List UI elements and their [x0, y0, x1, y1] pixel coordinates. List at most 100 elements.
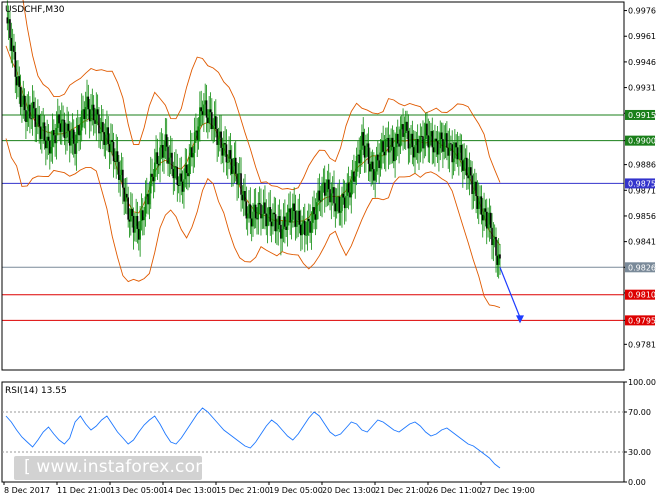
candle-body [399, 129, 402, 147]
chart-canvas: USDCHF,M300.99760.99610.99460.99310.9916… [1, 0, 656, 495]
level-price-label: 0.9826 [628, 263, 656, 272]
candle-body [224, 143, 226, 145]
candle-body [165, 134, 168, 147]
candle-body [416, 139, 419, 153]
candle-body [19, 86, 22, 107]
rsi-tick-label: 100.00 [628, 378, 656, 387]
candle-body [144, 196, 147, 217]
rsi-tick-label: 30.00 [628, 448, 651, 457]
y-tick-label: 0.9931 [628, 84, 656, 93]
candle-body [382, 141, 384, 152]
candle-body [47, 136, 50, 141]
candle-body [269, 207, 272, 222]
x-tick-label: 14 Dec 13:00 [163, 486, 217, 495]
candle-body [225, 144, 228, 163]
candle-body [84, 107, 87, 120]
candle-body [116, 151, 119, 162]
candle-body [254, 204, 257, 219]
candle-body [446, 133, 448, 148]
candle-body [21, 104, 23, 107]
candle-body [387, 137, 390, 153]
candle-body [215, 116, 217, 129]
candle-body [365, 146, 367, 158]
candle-body [75, 134, 78, 154]
x-tick-label: 20 Dec 13:00 [322, 486, 376, 495]
candle-body [60, 119, 63, 132]
candle-body [286, 212, 289, 230]
candle-body [276, 229, 278, 232]
candle-body [127, 197, 129, 220]
candle-body [273, 212, 276, 215]
candle-body [394, 147, 396, 162]
candle-body [480, 196, 483, 215]
candle-body [163, 151, 165, 158]
candle-body [72, 129, 75, 144]
candle-body [13, 45, 15, 52]
candle-body [495, 236, 497, 256]
candle-body [159, 147, 161, 166]
candle-body [419, 135, 422, 153]
candle-body [443, 141, 446, 152]
candle-body [90, 110, 92, 122]
candle-body [318, 190, 321, 201]
candle-body [183, 179, 185, 192]
candle-body [41, 128, 43, 139]
candle-body [180, 173, 183, 182]
candle-body [246, 213, 249, 219]
candle-body [205, 100, 208, 118]
candle-body [229, 150, 232, 159]
x-tick-label: 27 Dec 19:00 [481, 486, 535, 495]
candle-body [303, 220, 306, 236]
watermark-logo: [ www.instaforex.com ] [14, 456, 224, 480]
candle-body [258, 203, 261, 205]
candle-body [38, 115, 40, 127]
candle-body [153, 162, 156, 182]
candle-body [492, 239, 495, 246]
candle-body [111, 139, 114, 142]
candle-body [122, 169, 124, 188]
candle-body [23, 95, 26, 111]
candle-body [293, 203, 295, 211]
candle-body [212, 125, 214, 129]
candle-body [136, 215, 139, 229]
candle-body [143, 216, 145, 221]
candle-body [338, 196, 341, 213]
candle-body [134, 226, 136, 233]
candle-body [175, 166, 177, 168]
candle-body [278, 216, 281, 225]
candle-body [9, 19, 11, 39]
candle-body [438, 148, 440, 155]
candle-body [284, 216, 286, 227]
y-tick-label: 0.9856 [628, 212, 656, 221]
candle-body [126, 193, 128, 198]
candle-body [29, 104, 31, 119]
y-tick-label: 0.9946 [628, 58, 656, 67]
level-price-label: 0.9875 [628, 179, 656, 188]
x-tick-label: 13 Dec 05:00 [110, 486, 164, 495]
candle-body [307, 218, 310, 222]
candle-body [70, 138, 72, 146]
candle-body [192, 152, 195, 158]
candle-body [391, 137, 394, 147]
candle-body [168, 157, 171, 164]
candle-body [173, 166, 176, 179]
x-tick-label: 26 Dec 11:00 [428, 486, 482, 495]
candle-body [203, 104, 205, 115]
candle-body [232, 166, 234, 174]
candle-body [139, 220, 141, 240]
candle-body [408, 143, 411, 149]
candle-body [325, 192, 327, 196]
rsi-tick-label: 70.00 [628, 408, 651, 417]
candle-body [58, 114, 60, 124]
candle-body [171, 152, 173, 170]
candle-body [484, 208, 487, 212]
candle-body [367, 143, 370, 164]
candle-body [217, 137, 220, 145]
candle-body [431, 131, 434, 148]
candle-body [98, 114, 100, 134]
candle-body [257, 203, 260, 220]
rsi-title: RSI(14) 13.55 [5, 386, 67, 396]
candle-body [315, 202, 318, 220]
candle-body [458, 152, 460, 160]
candle-body [463, 159, 465, 171]
